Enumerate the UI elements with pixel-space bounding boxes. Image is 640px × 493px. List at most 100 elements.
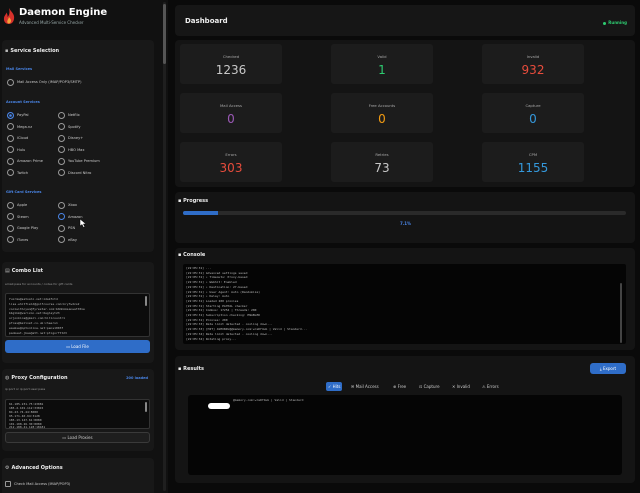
globe-icon: ◍: [5, 375, 10, 381]
results-output[interactable]: @memory.com:wreDf4ub | Valid | Standard: [188, 395, 622, 475]
option-label: PayPal: [17, 113, 29, 117]
console-title: ▪ Console: [178, 252, 206, 258]
console-scrollbar[interactable]: [620, 283, 622, 343]
sidebar: Daemon Engine Advanced Multi-Service Che…: [0, 0, 168, 493]
tab-errors[interactable]: ⚠ Errors: [480, 382, 501, 391]
option-check-mail-access[interactable]: Check Mail Access (IMAP/POP3): [5, 480, 70, 488]
option-icloud[interactable]: iCloud: [7, 134, 28, 142]
option-spotify[interactable]: Spotify: [58, 123, 81, 131]
stat-value: 73: [374, 161, 390, 175]
list-icon: ▤: [5, 268, 10, 274]
option-twitch[interactable]: Twitch: [7, 169, 28, 177]
radio-icon[interactable]: [58, 157, 65, 165]
radio-icon[interactable]: [58, 134, 65, 142]
text-line: bbglkm@verizon.net:6eglayt23: [9, 311, 60, 316]
radio-icon[interactable]: [58, 169, 65, 176]
radio-icon[interactable]: [58, 111, 65, 119]
option-label: Steam: [17, 214, 29, 219]
radio-icon[interactable]: [7, 111, 14, 119]
option-mail-access[interactable]: Mail Access Only (IMAP/POP3/SMTP): [7, 78, 81, 86]
combo-scrollbar[interactable]: [145, 296, 147, 306]
text-line: [22:05:31] Starting PAYPAL checker: [186, 303, 248, 308]
option-apple[interactable]: Apple: [7, 201, 27, 209]
tab-capture[interactable]: ⊡ Capture: [417, 382, 442, 391]
stat-value: 1236: [215, 63, 247, 77]
radio-icon[interactable]: [58, 236, 65, 243]
mail-services-heading: Mail Services: [6, 67, 33, 71]
radio-icon[interactable]: [7, 201, 14, 209]
tab-hits[interactable]: ✓ Hits: [326, 382, 343, 391]
option-netflix[interactable]: Netflix: [58, 111, 80, 119]
radio-icon[interactable]: [58, 224, 65, 232]
radio-icon[interactable]: [7, 123, 14, 130]
option-label: Apple: [17, 203, 28, 207]
radio-icon[interactable]: [7, 224, 14, 232]
radio-icon[interactable]: [7, 213, 14, 220]
load-file-button[interactable]: ▭ Load File: [5, 340, 150, 353]
sliders-icon: ▪: [5, 48, 9, 54]
tab-free[interactable]: ⊕ Free: [391, 382, 408, 391]
option-paypal[interactable]: PayPal: [7, 111, 29, 119]
radio-icon[interactable]: [58, 213, 65, 220]
redacted-email: [208, 403, 230, 409]
option-steam[interactable]: Steam: [7, 213, 29, 221]
radio-icon[interactable]: [58, 146, 65, 153]
advanced-options-title: ⚙ Advanced Options: [5, 465, 63, 471]
option-hulu[interactable]: Hulu: [7, 146, 25, 154]
proxy-scrollbar[interactable]: [145, 402, 147, 412]
dashboard-title: Dashboard: [185, 17, 228, 25]
option-psn[interactable]: PSN: [58, 224, 75, 232]
stat-value: 303: [219, 161, 243, 175]
sidebar-scrollbar-thumb[interactable]: [163, 4, 166, 64]
export-button[interactable]: ⤓ Export: [590, 363, 626, 374]
sidebar-scrollbar-track[interactable]: [163, 2, 166, 491]
console-output[interactable]: [22:05:31] ... [22:05:31] Advanced settin…: [183, 264, 626, 344]
tab-label: Capture: [423, 384, 440, 389]
radio-icon[interactable]: [58, 201, 65, 209]
radio-icon[interactable]: [7, 236, 14, 243]
radio-icon[interactable]: [7, 157, 14, 165]
radio-icon[interactable]: [7, 169, 14, 176]
option-amazon-prime[interactable]: Amazon Prime: [7, 157, 43, 165]
option-label: Amazon Prime: [17, 159, 43, 163]
option-label: Twitch: [17, 170, 29, 175]
option-mega-nz[interactable]: Mega.nz: [7, 123, 32, 131]
option-google-play[interactable]: Google Play: [7, 224, 38, 232]
option-label: eBay: [68, 237, 78, 242]
account-services-heading: Account Services: [6, 100, 40, 104]
option-discord-nitro[interactable]: Discord Nitro: [58, 169, 91, 177]
load-proxies-button[interactable]: ▭ Load Proxies: [5, 432, 150, 443]
main-content: Dashboard Running Checked 1236 Valid 1 Inval…: [171, 0, 640, 493]
radio-icon[interactable]: [7, 134, 14, 142]
option-xbox[interactable]: Xbox: [58, 201, 77, 209]
checkbox-icon[interactable]: [5, 481, 11, 487]
proxy-textarea[interactable]: 61.185.231.75:43081 185.2.101.112:33815 84…: [5, 399, 150, 429]
option-youtube-premium[interactable]: YouTube Premium: [58, 157, 100, 165]
text-line: [22:05:31] Subscription checking: ENABLE…: [186, 313, 261, 317]
option-label: Mega.nz: [17, 124, 33, 129]
radio-icon[interactable]: [7, 146, 14, 153]
option-hbo-max[interactable]: HBO Max: [58, 146, 85, 154]
stat-card-retries: Retries 73: [331, 142, 433, 182]
option-itunes[interactable]: iTunes: [7, 236, 28, 244]
mouse-pointer-icon: [79, 218, 87, 228]
option-label: Netflix: [68, 113, 80, 117]
option-label: Discord Nitro: [68, 170, 92, 175]
radio-icon[interactable]: [7, 78, 14, 86]
option-ebay[interactable]: eBay: [58, 236, 77, 244]
text-line: [22:05:34] Rotating proxy...: [186, 336, 237, 341]
tab-invalid[interactable]: ✕ Invalid: [450, 382, 472, 391]
option-disney[interactable]: Disney+: [58, 134, 83, 142]
stat-card-checked: Checked 1236: [180, 44, 282, 84]
combo-textarea[interactable]: fuxrma@satoshi.net:zdakfntd lisa.whitfiel…: [5, 293, 150, 337]
radio-icon[interactable]: [58, 123, 65, 130]
brand: Daemon Engine Advanced Multi-Service Che…: [0, 0, 164, 36]
option-label: iCloud: [17, 136, 29, 140]
option-label: PSN: [68, 226, 76, 230]
progress-percent: 7.1%: [399, 221, 412, 226]
text-line: fuxrma@satoshi.net:zdakfntd: [9, 297, 58, 301]
text-line: pfcas@bellnet.co.uk:cheers1: [9, 321, 58, 325]
stat-label: CPM: [528, 152, 538, 157]
proxies-loaded-count: 200 loaded: [126, 376, 148, 380]
tab-mail-access[interactable]: ✉ Mail Access: [349, 382, 381, 391]
